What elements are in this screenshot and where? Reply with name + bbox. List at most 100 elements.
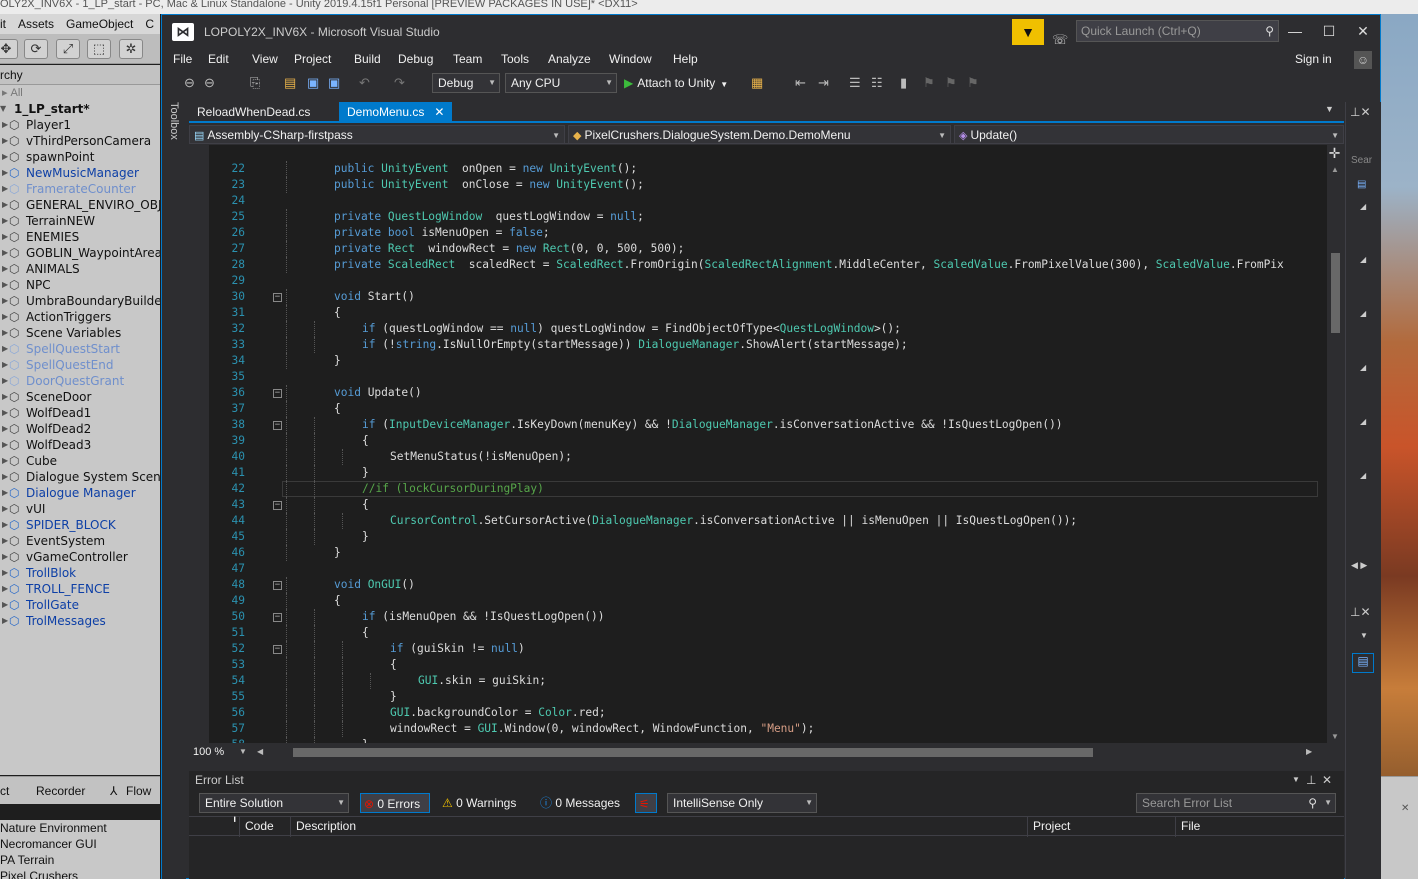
- hierarchy-item[interactable]: ▶ ⬡ TROLL_FENCE: [0, 581, 160, 597]
- collapse-icon[interactable]: ◢: [1360, 471, 1366, 480]
- scrollbar-thumb[interactable]: [1331, 253, 1340, 333]
- hierarchy-item[interactable]: ▶ ⬡ TerrainNEW: [0, 213, 160, 229]
- code-editor[interactable]: 22 public UnityEvent onOpen = new UnityEv…: [189, 145, 1327, 743]
- new-project-icon[interactable]: ⎘: [250, 75, 260, 91]
- code-line[interactable]: 28 private ScaledRect scaledRect = Scaled…: [189, 257, 1327, 273]
- properties-icon[interactable]: ▤: [1357, 179, 1366, 190]
- search-icon[interactable]: ⚲: [1265, 21, 1274, 41]
- collapse-icon[interactable]: ◢: [1360, 309, 1366, 318]
- pin-icon[interactable]: ⊥: [1306, 771, 1316, 789]
- code-line[interactable]: 45}: [189, 529, 1327, 545]
- unity-menu-component[interactable]: C: [145, 14, 154, 34]
- hierarchy-item[interactable]: ▶ ⬡ Player1: [0, 117, 160, 133]
- save-all-icon[interactable]: ▣: [328, 75, 340, 91]
- pin-icon[interactable]: ⊥✕: [1350, 105, 1371, 119]
- hierarchy-item[interactable]: ▶ ⬡ Cube: [0, 453, 160, 469]
- transform-tool-icon[interactable]: ✲: [119, 39, 143, 59]
- code-line[interactable]: 56 GUI.backgroundColor = Color.red;: [189, 705, 1327, 721]
- collapse-region-icon[interactable]: −: [273, 613, 282, 622]
- redo-icon[interactable]: ↷: [394, 75, 405, 91]
- expand-arrow-icon[interactable]: ▶: [2, 581, 8, 597]
- unity-menu-assets[interactable]: Assets: [18, 14, 54, 34]
- pin-icon[interactable]: ⊥✕: [1350, 605, 1371, 619]
- prev-bookmark-icon[interactable]: ⚑: [923, 75, 935, 91]
- account-icon[interactable]: ☺: [1354, 51, 1372, 69]
- hierarchy-item[interactable]: ▶ ⬡ DoorQuestGrant: [0, 373, 160, 389]
- notification-filter-icon[interactable]: ▼: [1012, 19, 1044, 45]
- expand-arrow-icon[interactable]: ▶: [2, 357, 8, 373]
- platform-select[interactable]: Any CPU ▼: [505, 73, 617, 93]
- column-project[interactable]: Project: [1033, 817, 1070, 836]
- tab-project[interactable]: ct: [0, 777, 9, 804]
- menu-window[interactable]: Window: [609, 49, 652, 69]
- tab-overflow-icon[interactable]: ▼: [1325, 104, 1334, 114]
- expand-arrow-icon[interactable]: ▶: [2, 597, 8, 613]
- expand-arrow-icon[interactable]: ▶: [2, 165, 8, 181]
- open-folder-icon[interactable]: ▤: [284, 75, 296, 91]
- column-description[interactable]: Description: [296, 817, 356, 836]
- code-line[interactable]: 43 − {: [189, 497, 1327, 513]
- code-line[interactable]: 54 GUI.skin = guiSkin;: [189, 673, 1327, 689]
- prev-next-icon[interactable]: ◀ ▶: [1351, 560, 1367, 571]
- code-line[interactable]: 22 public UnityEvent onOpen = new UnityEv…: [189, 161, 1327, 177]
- close-window-icon[interactable]: ✕: [1352, 21, 1374, 41]
- hierarchy-item[interactable]: ▶ ⬡ NPC: [0, 277, 160, 293]
- menu-file[interactable]: File: [173, 49, 192, 69]
- code-line[interactable]: 55}: [189, 689, 1327, 705]
- menu-analyze[interactable]: Analyze: [548, 49, 591, 69]
- code-line[interactable]: 23 public UnityEvent onClose = new UnityE…: [189, 177, 1327, 193]
- code-line[interactable]: 26 private bool isMenuOpen = false;: [189, 225, 1327, 241]
- scope-select[interactable]: Entire Solution ▼: [199, 793, 349, 813]
- vertical-scrollbar[interactable]: ▲ ▼: [1327, 163, 1344, 743]
- hierarchy-item[interactable]: ▶ ⬡ vGameController: [0, 549, 160, 565]
- hierarchy-search[interactable]: ▸ All: [0, 85, 160, 101]
- expand-arrow-icon[interactable]: ▶: [2, 277, 8, 293]
- hierarchy-item[interactable]: ▶ ⬡ SceneDoor: [0, 389, 160, 405]
- scroll-right-icon[interactable]: ▶: [1306, 747, 1312, 756]
- code-line[interactable]: 34}: [189, 353, 1327, 369]
- bookmark-icon[interactable]: ▮: [900, 75, 907, 91]
- code-line[interactable]: 31 {: [189, 305, 1327, 321]
- expand-arrow-icon[interactable]: ▶: [2, 469, 8, 485]
- expand-arrow-icon[interactable]: ▶: [2, 613, 8, 629]
- rect-tool-icon[interactable]: ⬚: [87, 39, 111, 59]
- code-line[interactable]: 47: [189, 561, 1327, 577]
- tab-recorder[interactable]: Recorder: [36, 777, 85, 804]
- expand-arrow-icon[interactable]: ▶: [2, 453, 8, 469]
- expand-arrow-icon[interactable]: ▶: [2, 181, 8, 197]
- expand-arrow-icon[interactable]: ▶: [2, 245, 8, 261]
- expand-arrow-icon[interactable]: ▶: [2, 421, 8, 437]
- scroll-down-icon[interactable]: ▼: [1331, 732, 1339, 741]
- unity-menu-edit[interactable]: it: [0, 14, 6, 34]
- back-icon[interactable]: ⊖: [184, 75, 195, 91]
- close-icon[interactable]: ✕: [1322, 771, 1332, 789]
- code-line[interactable]: 44 CursorControl.SetCursorActive(Dialogue…: [189, 513, 1327, 529]
- collapse-icon[interactable]: ◢: [1360, 202, 1366, 211]
- project-dropdown[interactable]: ▤ Assembly-CSharp-firstpass ▼: [189, 125, 565, 144]
- code-line[interactable]: 53 {: [189, 657, 1327, 673]
- chevron-down-icon[interactable]: ▼: [1360, 631, 1368, 640]
- expand-arrow-icon[interactable]: ▶: [2, 133, 8, 149]
- menu-debug[interactable]: Debug: [398, 49, 433, 69]
- menu-build[interactable]: Build: [354, 49, 381, 69]
- menu-team[interactable]: Team: [453, 49, 482, 69]
- column-file[interactable]: File: [1181, 817, 1200, 836]
- maximize-icon[interactable]: ☐: [1318, 21, 1340, 41]
- expand-arrow-icon[interactable]: ▶: [2, 517, 8, 533]
- warnings-filter-button[interactable]: ⚠ 0 Warnings: [439, 793, 523, 813]
- solution-explorer-icon[interactable]: ▤: [1352, 653, 1374, 673]
- quick-launch-input[interactable]: Quick Launch (Ctrl+Q) ⚲: [1076, 20, 1279, 42]
- forward-icon[interactable]: ⊖: [204, 75, 215, 91]
- expand-arrow-icon[interactable]: ▶: [2, 485, 8, 501]
- collapse-icon[interactable]: ◢: [1360, 363, 1366, 372]
- expand-arrow-icon[interactable]: ▶: [2, 229, 8, 245]
- collapse-icon[interactable]: ◢: [1360, 417, 1366, 426]
- scroll-up-icon[interactable]: ▲: [1331, 165, 1339, 174]
- code-line[interactable]: 25 private QuestLogWindow questLogWindow …: [189, 209, 1327, 225]
- code-line[interactable]: 33 if (!string.IsNullOrEmpty(startMessage…: [189, 337, 1327, 353]
- collapse-region-icon[interactable]: −: [273, 389, 282, 398]
- chevron-down-icon[interactable]: ▼: [1292, 771, 1300, 789]
- hierarchy-item[interactable]: ▶ ⬡ vThirdPersonCamera: [0, 133, 160, 149]
- code-line[interactable]: 35: [189, 369, 1327, 385]
- hierarchy-item[interactable]: ▶ ⬡ ENEMIES: [0, 229, 160, 245]
